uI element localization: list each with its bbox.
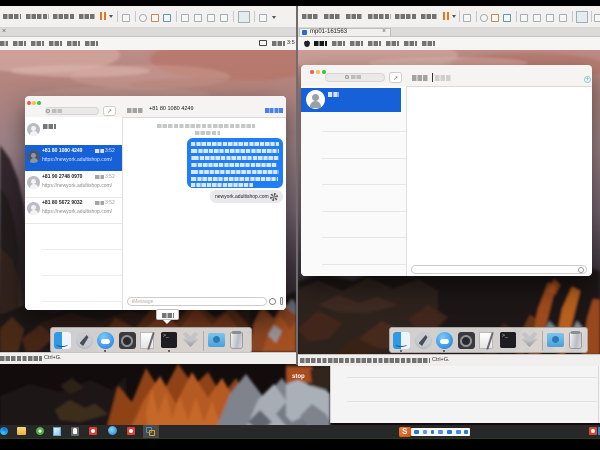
svg-text:stop: stop	[292, 374, 305, 380]
